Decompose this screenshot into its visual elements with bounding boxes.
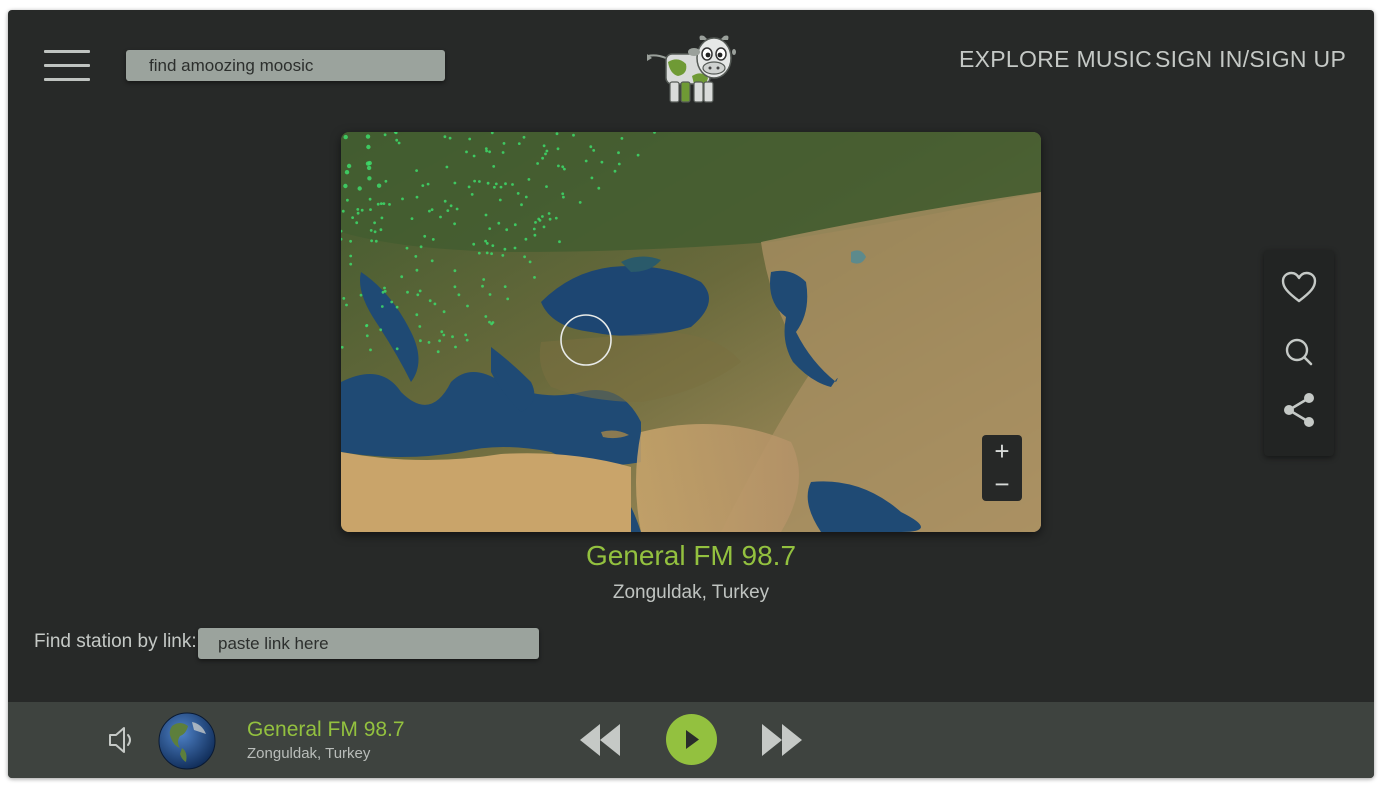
zoom-control: + − [982, 435, 1022, 501]
station-location: Zonguldak, Turkey [612, 582, 770, 603]
sign-in-link[interactable]: SIGN IN/SIGN UP [1155, 46, 1346, 73]
station-dots [341, 132, 656, 354]
side-action-panel [1264, 250, 1334, 456]
search-icon[interactable] [1279, 332, 1319, 372]
zoom-out-button[interactable]: − [982, 468, 1022, 501]
play-button[interactable] [666, 714, 717, 765]
station-title: General FM 98.7 [585, 540, 797, 571]
play-icon [686, 730, 699, 749]
station-globe-icon [158, 712, 216, 770]
explore-music-link[interactable]: EXPLORE MUSIC [959, 46, 1152, 73]
search-input[interactable] [126, 50, 445, 81]
volume-icon[interactable] [107, 724, 137, 756]
find-link-label: Find station by link: [34, 631, 197, 652]
player-station-location: Zonguldak, Turkey [247, 745, 371, 762]
station-map[interactable]: + − [341, 132, 1041, 532]
cow-logo-icon[interactable] [644, 32, 736, 106]
hamburger-menu-icon[interactable] [44, 48, 90, 82]
heart-icon[interactable] [1279, 268, 1319, 308]
rewind-icon[interactable] [578, 722, 622, 758]
fast-forward-icon[interactable] [760, 722, 804, 758]
player-station-title: General FM 98.7 [247, 718, 405, 741]
player-bar: General FM 98.7 Zonguldak, Turkey [8, 702, 1374, 778]
app-window: EXPLORE MUSIC SIGN IN/SIGN UP [8, 10, 1374, 778]
zoom-in-button[interactable]: + [982, 435, 1022, 468]
share-icon[interactable] [1279, 390, 1319, 430]
link-input[interactable] [198, 628, 539, 659]
